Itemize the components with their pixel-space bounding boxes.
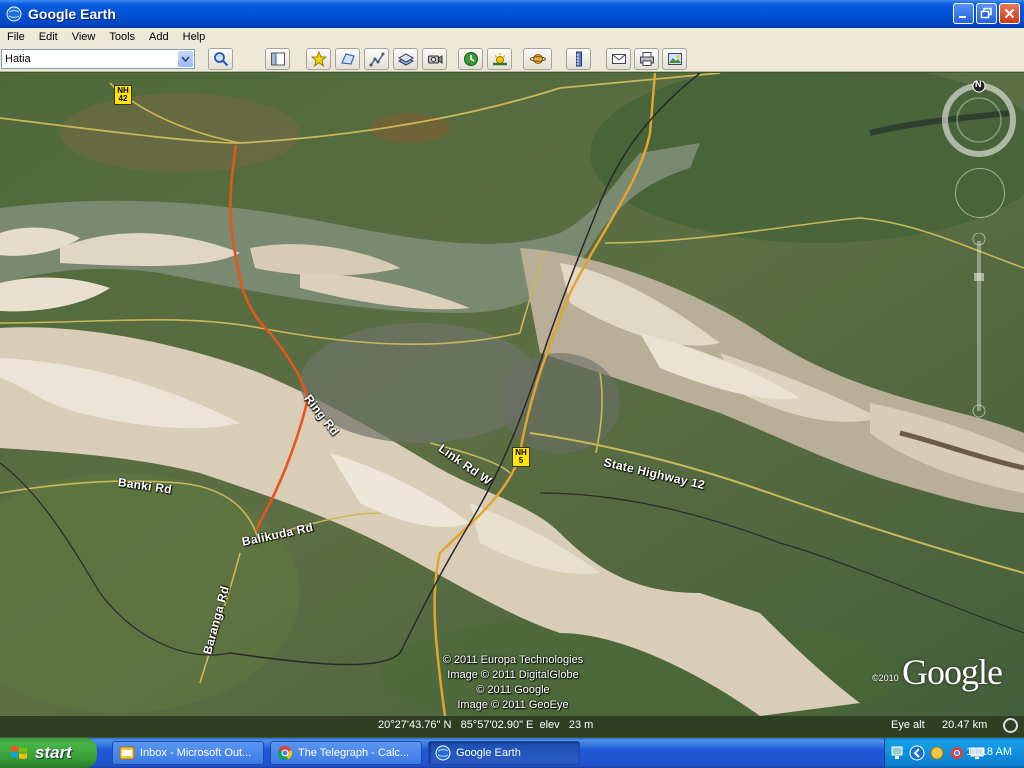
pointer-coordinates: 20°27'43.76" N 85°57'02.90" E elev 23 m [378,719,594,731]
menu-help[interactable]: Help [176,31,213,43]
satellite-imagery[interactable] [0,73,1024,716]
eye-alt-label: Eye alt [891,719,925,731]
path-icon [369,52,384,67]
save-image-button[interactable] [662,48,687,70]
ruler-icon [575,51,582,67]
add-path-button[interactable] [364,48,389,70]
menu-bar: File Edit View Tools Add Help [0,28,1024,46]
search-button[interactable] [208,48,233,70]
look-joystick[interactable] [955,168,1005,218]
save-image-icon [667,53,682,65]
shield-number: 5 [518,456,524,465]
credit-line: Image © 2011 GeoEye [457,699,569,711]
minimize-button[interactable] [953,3,974,24]
search-icon [213,52,228,67]
zoom-slider[interactable] [972,233,986,418]
chrome-icon [277,746,293,761]
map-view[interactable]: Ring Rd Link Rd W State Highway 12 Banki… [0,73,1024,716]
polygon-icon [340,53,355,65]
compass-north-label: N [975,79,982,89]
tour-icon [427,55,442,64]
status-bar: 20°27'43.76" N 85°57'02.90" E elev 23 m … [0,716,1024,737]
add-polygon-button[interactable] [335,48,360,70]
taskbar-item-chrome[interactable]: The Telegraph - Calc... [270,741,422,765]
ruler-button[interactable] [566,48,591,70]
streaming-progress-icon [1003,718,1018,733]
credit-line: © 2011 Europa Technologies [442,654,584,666]
historical-imagery-button[interactable] [458,48,483,70]
taskbar-item-outlook[interactable]: Inbox - Microsoft Out... [112,741,264,765]
email-button[interactable] [606,48,631,70]
credit-line: Image © 2011 DigitalGlobe [447,669,579,681]
search-dropdown-button[interactable] [178,51,193,67]
print-button[interactable] [634,48,659,70]
google-earth-icon [6,6,22,22]
overlay-icon [397,53,414,66]
sidebar-toggle-button[interactable] [265,48,290,70]
start-button[interactable]: start [0,738,97,768]
chevron-left-icon[interactable] [909,745,925,761]
menu-file[interactable]: File [0,31,32,43]
google-logo-year: ©2010 [872,673,899,683]
windows-flag-icon [11,746,27,759]
window-title: Google Earth [28,6,116,22]
menu-view[interactable]: View [65,31,103,43]
taskbar: start Inbox - Microsoft Out... The Teleg… [0,738,1024,768]
start-label: start [35,743,72,762]
close-icon [1004,8,1015,19]
restore-icon [980,7,992,19]
taskbar-item-google-earth[interactable]: Google Earth [428,741,580,765]
print-icon [639,52,654,66]
network-icon[interactable] [889,745,905,761]
highway-shield-nh42: NH 42 [114,85,132,105]
restore-button[interactable] [976,3,997,24]
outlook-icon [119,746,135,760]
email-icon [611,54,626,64]
clock[interactable]: 11:18 AM [966,746,1012,758]
record-tour-button[interactable] [422,48,447,70]
taskbar-item-label: The Telegraph - Calc... [298,747,410,759]
minimize-icon [959,16,966,18]
shield-number: 42 [118,94,128,103]
toolbar [0,46,1024,72]
credit-line: © 2011 Google [476,684,550,696]
placemark-icon [310,51,327,67]
google-logo: Google [902,652,1003,692]
planets-icon [529,54,546,64]
sunlight-icon [492,53,507,66]
imagery-credits: © 2011 Europa Technologies Image © 2011 … [428,653,598,713]
chevron-down-icon [181,56,190,62]
menu-edit[interactable]: Edit [32,31,65,43]
search-input[interactable] [5,53,175,65]
taskbar-item-label: Inbox - Microsoft Out... [140,747,252,759]
add-overlay-button[interactable] [393,48,418,70]
chrome-tray-icon[interactable] [949,745,965,761]
highway-shield-nh5: NH 5 [512,447,530,467]
google-earth-icon [435,745,451,761]
title-bar: Google Earth [0,0,1024,28]
historical-imagery-icon [463,52,478,66]
system-tray: 11:18 AM [884,738,1024,768]
close-button[interactable] [999,3,1020,24]
messenger-icon[interactable] [929,745,945,761]
planets-button[interactable] [523,48,552,70]
menu-tools[interactable]: Tools [102,31,142,43]
search-combobox[interactable] [1,49,195,69]
compass-ring[interactable] [940,81,1018,159]
sidebar-icon [270,52,285,66]
add-placemark-button[interactable] [306,48,331,70]
taskbar-item-label: Google Earth [456,747,521,759]
sunlight-button[interactable] [487,48,512,70]
eye-alt-value: 20.47 km [942,719,988,731]
menu-add[interactable]: Add [142,31,176,43]
